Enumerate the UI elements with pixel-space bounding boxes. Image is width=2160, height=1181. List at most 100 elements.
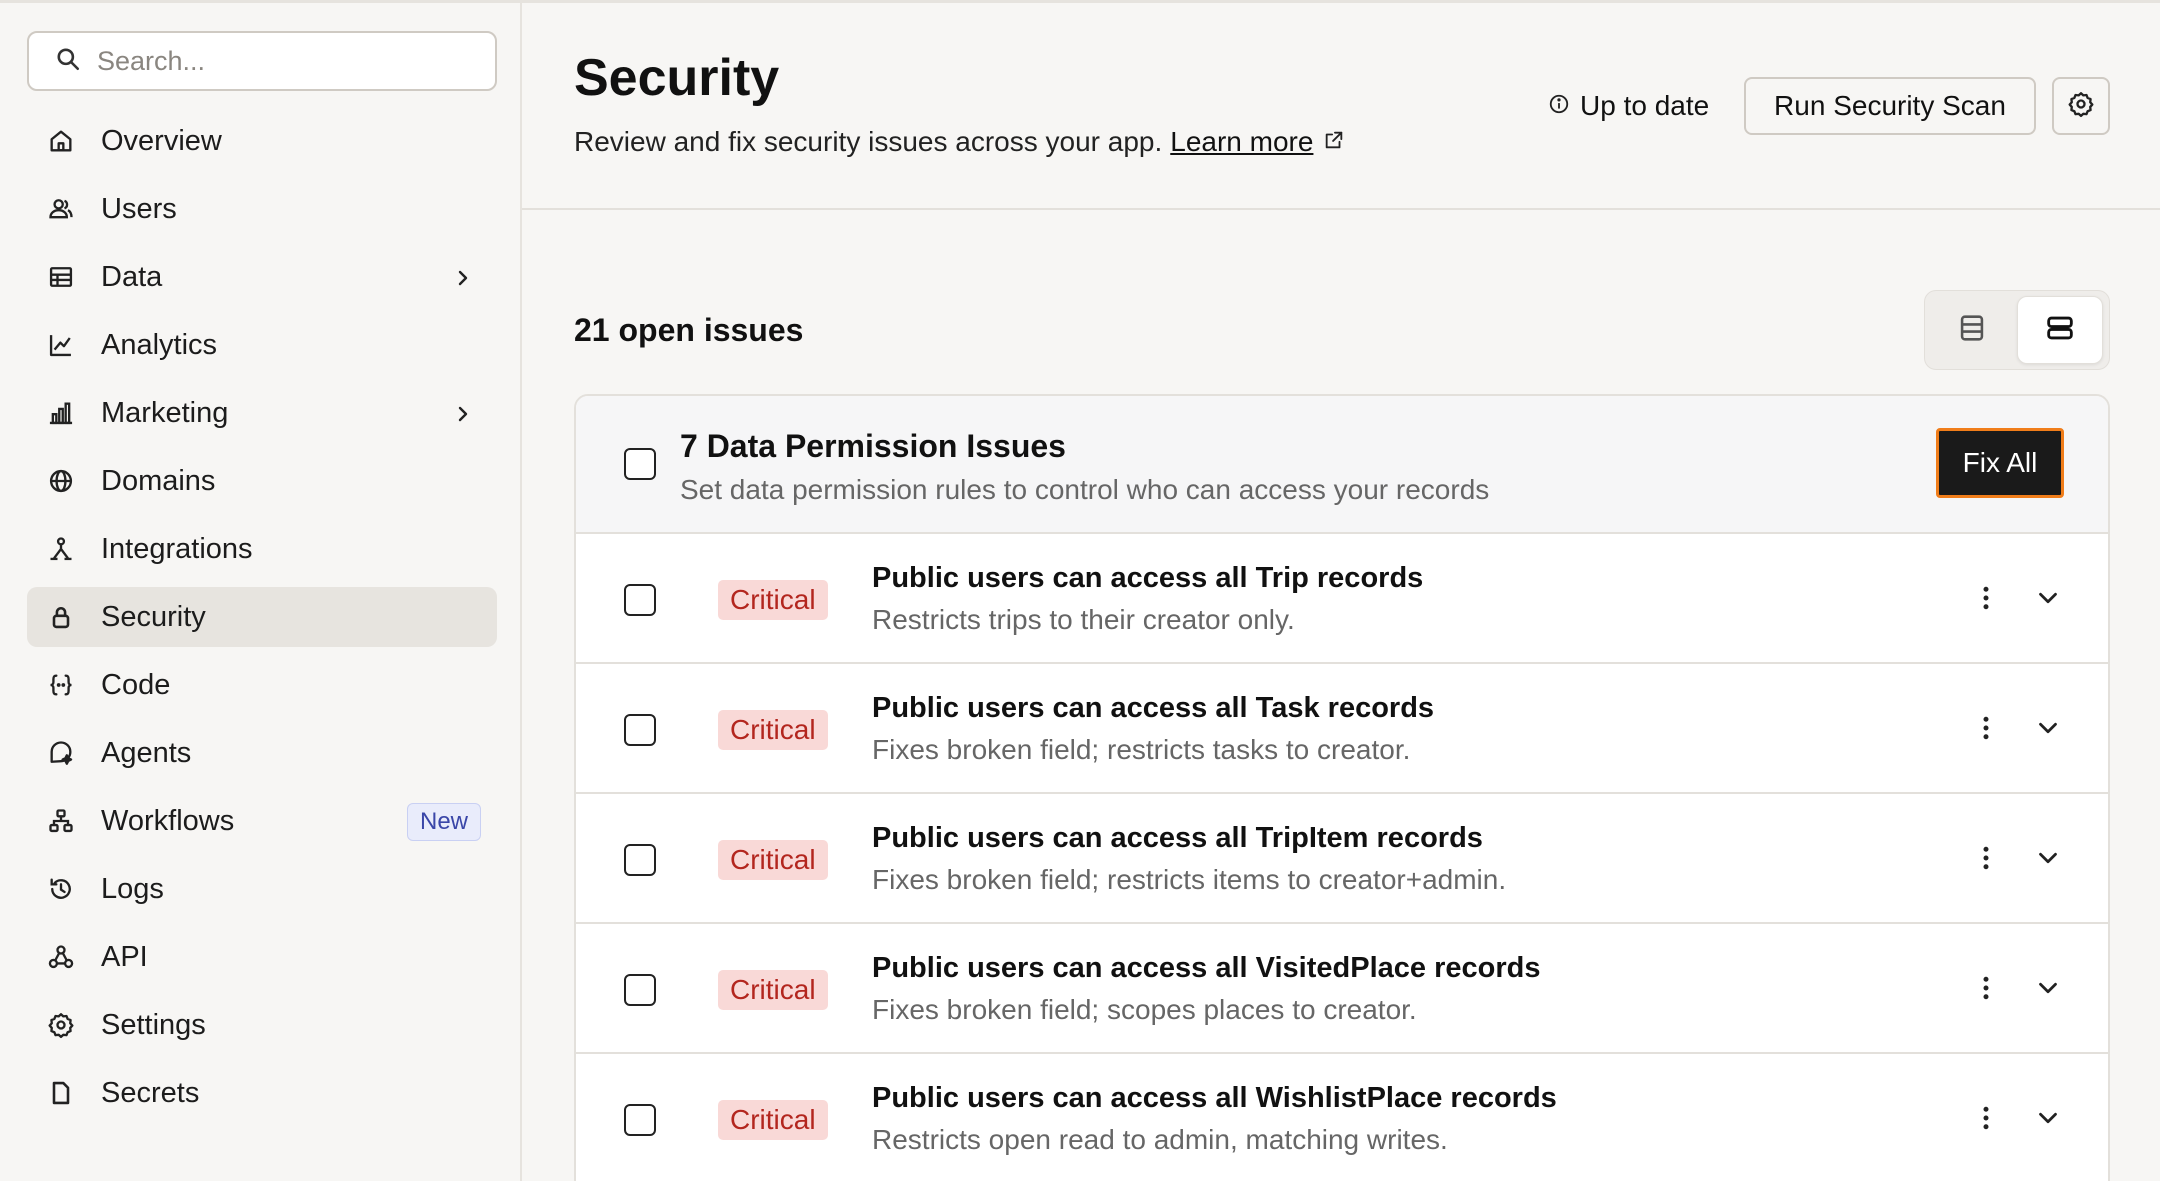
issue-row[interactable]: Critical Public users can access all Tri… (576, 534, 2108, 664)
scan-status: Up to date (1548, 90, 1709, 122)
sidebar-item-data[interactable]: Data (27, 247, 497, 307)
sidebar-item-code[interactable]: Code (27, 655, 497, 715)
globe-icon (47, 467, 75, 495)
kebab-icon (1971, 973, 2001, 1008)
expand-button[interactable] (2030, 582, 2066, 618)
severity-badge: Critical (718, 1100, 828, 1140)
expand-button[interactable] (2030, 712, 2066, 748)
line-chart-icon (47, 331, 75, 359)
sidebar-item-api[interactable]: API (27, 927, 497, 987)
expanded-view-button[interactable] (2017, 296, 2103, 364)
issue-checkbox[interactable] (624, 1104, 656, 1136)
severity-badge: Critical (718, 580, 828, 620)
sidebar-item-overview[interactable]: Overview (27, 111, 497, 171)
issue-row[interactable]: Critical Public users can access all Vis… (576, 924, 2108, 1054)
sidebar-item-settings[interactable]: Settings (27, 995, 497, 1055)
issue-row[interactable]: Critical Public users can access all Tas… (576, 664, 2108, 794)
sidebar-item-label: Overview (101, 124, 222, 157)
users-icon (47, 195, 75, 223)
issues-card: 7 Data Permission Issues Set data permis… (574, 394, 2110, 1181)
api-icon (47, 943, 75, 971)
fix-all-button[interactable]: Fix All (1936, 428, 2064, 498)
issue-description: Restricts trips to their creator only. (872, 604, 1295, 635)
learn-more-link[interactable]: Learn more (1170, 126, 1313, 158)
issue-description: Fixes broken field; restricts items to c… (872, 864, 1507, 895)
issue-row[interactable]: Critical Public users can access all Wis… (576, 1054, 2108, 1181)
run-security-scan-button[interactable]: Run Security Scan (1744, 77, 2036, 135)
issue-title: Public users can access all Task records (872, 692, 1435, 724)
sidebar-item-logs[interactable]: Logs (27, 859, 497, 919)
issue-title: Public users can access all WishlistPlac… (872, 1082, 1557, 1114)
sidebar-item-agents[interactable]: Agents (27, 723, 497, 783)
header-divider (522, 208, 2160, 210)
expand-button[interactable] (2030, 972, 2066, 1008)
chevron-down-icon (2033, 843, 2063, 878)
sidebar-item-label: Security (101, 600, 206, 633)
list-compact-icon (1955, 311, 1989, 350)
settings-button[interactable] (2052, 77, 2110, 135)
issue-description: Restricts open read to admin, matching w… (872, 1124, 1448, 1155)
issue-checkbox[interactable] (624, 974, 656, 1006)
expand-button[interactable] (2030, 1102, 2066, 1138)
integrations-icon (47, 535, 75, 563)
sidebar-item-label: Workflows (101, 804, 235, 837)
page-subtitle: Review and fix security issues across yo… (574, 126, 1345, 158)
sidebar-item-security[interactable]: Security (27, 587, 497, 647)
sidebar-item-users[interactable]: Users (27, 179, 497, 239)
sidebar-item-analytics[interactable]: Analytics (27, 315, 497, 375)
chevron-down-icon (2033, 583, 2063, 618)
more-options-button[interactable] (1968, 1102, 2004, 1138)
agent-icon (47, 739, 75, 767)
more-options-button[interactable] (1968, 582, 2004, 618)
more-options-button[interactable] (1968, 972, 2004, 1008)
compact-view-button[interactable] (1929, 296, 2015, 364)
external-link-icon (1313, 126, 1345, 158)
issue-checkbox[interactable] (624, 584, 656, 616)
search-icon (55, 46, 81, 77)
sidebar: Overview Users Data Analytics Marketing … (0, 0, 522, 1181)
sidebar-item-integrations[interactable]: Integrations (27, 519, 497, 579)
kebab-icon (1971, 843, 2001, 878)
home-icon (47, 127, 75, 155)
sidebar-item-label: Secrets (101, 1076, 200, 1109)
list-expanded-icon (2043, 311, 2077, 350)
severity-badge: Critical (718, 840, 828, 880)
group-title: 7 Data Permission Issues (680, 428, 1066, 464)
issue-description: Fixes broken field; restricts tasks to c… (872, 734, 1411, 765)
gear-icon (2067, 90, 2095, 123)
issue-checkbox[interactable] (624, 714, 656, 746)
status-text: Up to date (1580, 90, 1710, 121)
file-icon (47, 1079, 75, 1107)
group-checkbox[interactable] (624, 448, 656, 480)
kebab-icon (1971, 713, 2001, 748)
view-toggle (1924, 290, 2110, 370)
page-title: Security (574, 49, 780, 107)
more-options-button[interactable] (1968, 712, 2004, 748)
search-box[interactable] (27, 31, 497, 91)
sidebar-item-label: Integrations (101, 532, 253, 565)
sidebar-item-label: Analytics (101, 328, 218, 361)
sidebar-item-label: Code (101, 668, 171, 701)
chevron-right-icon (451, 265, 475, 289)
more-options-button[interactable] (1968, 842, 2004, 878)
new-badge: New (406, 803, 481, 841)
issue-checkbox[interactable] (624, 844, 656, 876)
table-icon (47, 263, 75, 291)
chevron-down-icon (2033, 1103, 2063, 1138)
chevron-down-icon (2033, 973, 2063, 1008)
sidebar-item-secrets[interactable]: Secrets (27, 1063, 497, 1123)
sidebar-item-label: Domains (101, 464, 216, 497)
issue-row[interactable]: Critical Public users can access all Tri… (576, 794, 2108, 924)
sidebar-item-label: Marketing (101, 396, 229, 429)
expand-button[interactable] (2030, 842, 2066, 878)
search-input[interactable] (97, 45, 477, 77)
sidebar-item-label: Logs (101, 872, 164, 905)
sidebar-item-domains[interactable]: Domains (27, 451, 497, 511)
chevron-right-icon (451, 401, 475, 425)
sidebar-item-marketing[interactable]: Marketing (27, 383, 497, 443)
sidebar-item-workflows[interactable]: Workflows New (27, 791, 497, 851)
main-content: Security Review and fix security issues … (522, 0, 2160, 1181)
gear-icon (47, 1011, 75, 1039)
issue-title: Public users can access all TripItem rec… (872, 822, 1483, 854)
chevron-down-icon (2033, 713, 2063, 748)
